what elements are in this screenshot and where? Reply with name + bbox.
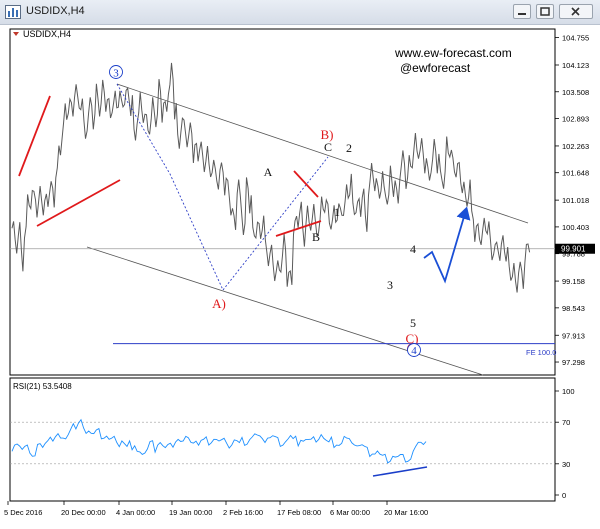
wave-label-b: B [312,230,320,244]
fib-extension-label: FE 100.0 [526,348,556,357]
wave-label-1: 1 [334,205,340,219]
chart-app-icon [5,5,21,19]
minimize-button[interactable] [513,4,531,19]
price-y-tick-label: 97.298 [562,358,585,367]
rsi-y-tick-label: 0 [562,491,566,500]
time-x-tick-label: 20 Mar 16:00 [384,508,428,517]
chart-title: USDIDX,H4 [23,29,71,39]
wave-label-c: C [324,140,332,154]
time-x-axis: 5 Dec 2016 20 Dec 00:00 4 Jan 00:00 19 Jan … [4,501,428,517]
chart-area: USDIDX,H4 www.ew-forecast.com @ewforecas… [4,28,595,517]
window-title: USDIDX,H4 [26,5,85,17]
wave-label-4-major: 4 [411,345,417,357]
maximize-icon [540,7,550,16]
price-y-axis: 104.755 104.123 103.508 102.893 102.263 101.6… [555,33,589,367]
price-y-tick-label: 99.158 [562,277,585,286]
maximize-button[interactable] [536,4,554,19]
time-x-tick-label: 20 Dec 00:00 [61,508,106,517]
rsi-y-tick-label: 70 [562,418,570,427]
rsi-plot-frame [9,377,556,502]
price-y-tick-label: 103.508 [562,88,589,97]
current-price-label: 99.901 [561,245,586,254]
rsi-y-tick-label: 30 [562,460,570,469]
price-y-tick-label: 101.648 [562,169,589,178]
price-y-tick-label: 104.755 [562,33,589,42]
wave-label-3-major: 3 [113,68,119,80]
wave-label-5: 5 [410,316,416,330]
wave-label-3-minor: 3 [387,278,393,292]
wave-label-2: 2 [346,141,352,155]
window-titlebar: USDIDX,H4 [0,0,600,25]
time-x-tick-label: 4 Jan 00:00 [116,508,155,517]
wave-label-a-paren: A) [212,296,226,311]
watermark-site: www.ew-forecast.com [394,46,512,60]
price-plot-frame [9,28,556,376]
close-button[interactable] [559,4,593,19]
time-x-tick-label: 19 Jan 00:00 [169,508,212,517]
rsi-label: RSI(21) 53.5408 [13,382,72,391]
price-y-tick-label: 98.543 [562,304,585,313]
price-y-tick-label: 101.018 [562,196,589,205]
chart-window: USDIDX,H4 USDIDX,H4 www.ew-forecast.com … [0,0,600,529]
time-x-tick-label: 5 Dec 2016 [4,508,42,517]
price-y-tick-label: 104.123 [562,61,589,70]
time-x-tick-label: 2 Feb 16:00 [223,508,263,517]
rsi-y-tick-label: 100 [562,387,575,396]
watermark-handle: @ewforecast [400,61,471,75]
close-icon [571,7,580,16]
wave-label-4-minor: 4 [410,242,416,256]
price-y-tick-label: 102.263 [562,142,589,151]
price-y-tick-label: 102.893 [562,115,589,124]
minimize-icon [518,13,526,15]
price-y-tick-label: 100.403 [562,223,589,232]
time-x-tick-label: 6 Mar 00:00 [330,508,370,517]
wave-label-a: A [264,165,273,179]
time-x-tick-label: 17 Feb 08:00 [277,508,321,517]
rsi-y-axis: 100 70 30 0 [555,387,575,500]
price-y-tick-label: 97.913 [562,331,585,340]
